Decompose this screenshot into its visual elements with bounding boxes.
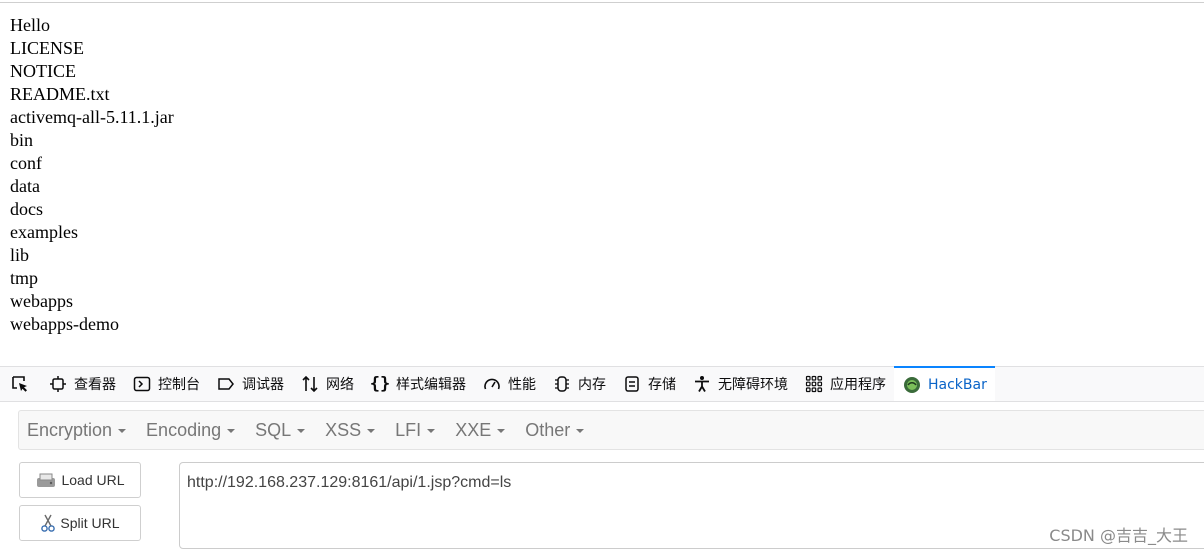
menu-label: Encryption (27, 419, 113, 440)
menu-label: Other (525, 419, 571, 440)
output-line: examples (10, 222, 78, 242)
style-editor-icon: {} (369, 374, 391, 394)
performance-icon (482, 374, 502, 394)
top-border (0, 2, 1204, 3)
output-line: README.txt (10, 84, 110, 104)
application-icon (804, 374, 824, 394)
memory-icon (552, 374, 572, 394)
element-picker-button[interactable] (0, 367, 40, 401)
tab-label: 调试器 (242, 377, 284, 393)
tab-accessibility[interactable]: 无障碍环境 (684, 367, 796, 401)
chevron-down-icon (367, 429, 376, 433)
output-line: docs (10, 199, 43, 219)
menu-encryption[interactable]: Encryption (19, 420, 138, 441)
debugger-icon (216, 374, 236, 394)
chevron-down-icon (576, 429, 585, 433)
tab-console[interactable]: 控制台 (124, 367, 208, 401)
menu-encoding[interactable]: Encoding (138, 420, 247, 441)
output-line: data (10, 176, 40, 196)
chevron-down-icon (118, 429, 127, 433)
tab-memory[interactable]: 内存 (544, 367, 614, 401)
storage-icon (622, 374, 642, 394)
load-url-button[interactable]: Load URL (19, 462, 141, 498)
url-value: http://192.168.237.129:8161/api/1.jsp?cm… (187, 474, 512, 491)
menu-lfi[interactable]: LFI (387, 420, 447, 441)
tab-label: 控制台 (158, 377, 200, 393)
scissors-icon (40, 513, 56, 533)
output-line: tmp (10, 268, 39, 288)
tab-label: 存储 (648, 377, 676, 393)
tab-debugger[interactable]: 调试器 (208, 367, 292, 401)
tab-label: 内存 (578, 377, 606, 393)
menu-label: XXE (455, 419, 492, 440)
menu-label: LFI (395, 419, 422, 440)
menu-label: Encoding (146, 419, 222, 440)
chevron-down-icon (427, 429, 436, 433)
hackbar-icon (902, 375, 922, 395)
devtools-tabbar: 查看器 控制台 调试器 网络 {} 样式编辑器 性能 内存 存储 无障碍环境 应… (0, 366, 1204, 402)
output-line: conf (10, 153, 42, 173)
tab-performance[interactable]: 性能 (474, 367, 544, 401)
tab-hackbar[interactable]: HackBar (894, 366, 995, 401)
output-line: webapps (10, 291, 73, 311)
tab-network[interactable]: 网络 (292, 367, 362, 401)
tab-label: 无障碍环境 (718, 377, 788, 393)
output-line: webapps-demo (10, 314, 119, 334)
menu-other[interactable]: Other (517, 420, 596, 441)
load-url-label: Load URL (61, 472, 125, 488)
console-icon (132, 374, 152, 394)
hackbar-panel: Encryption Encoding SQL XSS LFI XXE Othe… (0, 402, 1204, 549)
tab-label: 应用程序 (830, 377, 886, 393)
watermark: CSDN @吉吉_大王 (1049, 526, 1188, 545)
output-line: Hello (10, 15, 50, 35)
split-url-label: Split URL (60, 515, 120, 531)
tab-label: 查看器 (74, 377, 116, 393)
output-line: lib (10, 245, 30, 265)
load-url-icon (35, 471, 57, 489)
menu-sql[interactable]: SQL (247, 420, 317, 441)
menu-xxe[interactable]: XXE (447, 420, 517, 441)
chevron-down-icon (497, 429, 506, 433)
output-line: activemq-all-5.11.1.jar (10, 107, 174, 127)
tab-label: 网络 (326, 377, 354, 393)
menu-label: SQL (255, 419, 292, 440)
network-icon (300, 374, 320, 394)
output-line: bin (10, 130, 34, 150)
menu-xss[interactable]: XSS (317, 420, 387, 441)
output-line: LICENSE (10, 38, 84, 58)
command-output: Hello LICENSE NOTICE README.txt activemq… (10, 14, 174, 336)
accessibility-icon (692, 374, 712, 394)
tab-inspector[interactable]: 查看器 (40, 367, 124, 401)
element-picker-icon (12, 376, 27, 392)
hackbar-menubar: Encryption Encoding SQL XSS LFI XXE Othe… (18, 410, 1204, 450)
tab-label: 性能 (508, 377, 536, 393)
tab-application[interactable]: 应用程序 (796, 367, 894, 401)
split-url-button[interactable]: Split URL (19, 505, 141, 541)
tab-storage[interactable]: 存储 (614, 367, 684, 401)
tab-label: 样式编辑器 (396, 377, 466, 393)
output-line: NOTICE (10, 61, 76, 81)
tab-label: HackBar (928, 376, 987, 393)
tab-style-editor[interactable]: {} 样式编辑器 (362, 367, 474, 401)
chevron-down-icon (297, 429, 306, 433)
inspector-icon (48, 374, 68, 394)
chevron-down-icon (227, 429, 236, 433)
menu-label: XSS (325, 419, 362, 440)
